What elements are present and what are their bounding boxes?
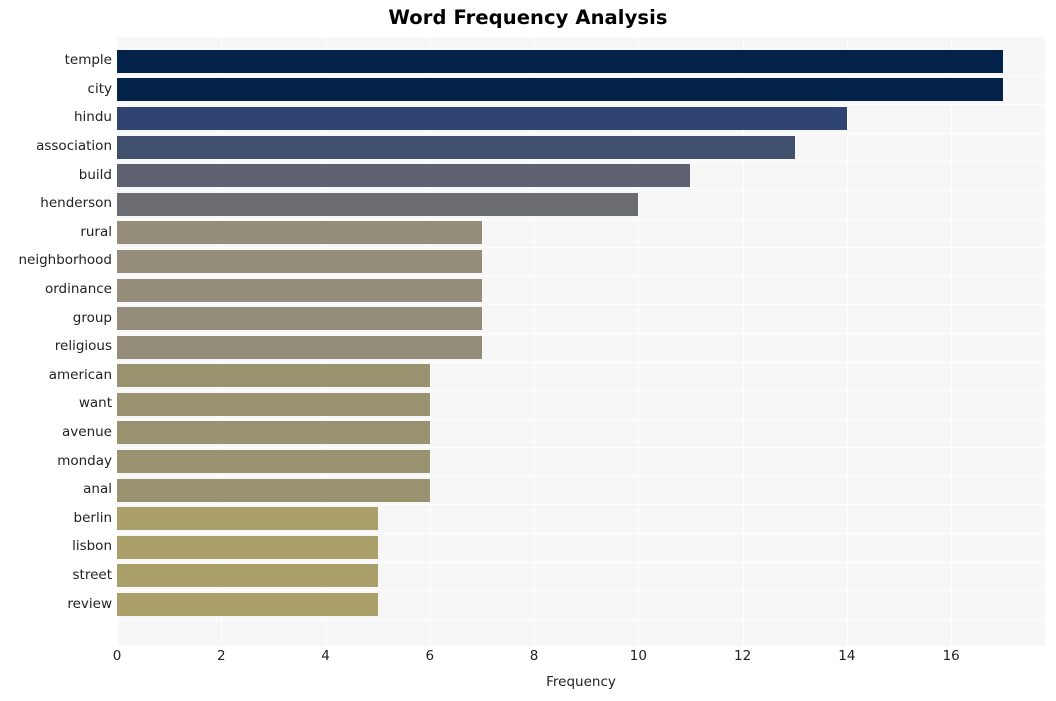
- bar: [117, 421, 430, 445]
- x-axis-tick-label: 16: [942, 648, 960, 664]
- gridline-horizontal: [117, 419, 1045, 420]
- bar: [117, 221, 482, 245]
- bar: [117, 364, 430, 388]
- y-axis-tick-label: street: [72, 566, 113, 583]
- gridline-horizontal: [117, 104, 1045, 105]
- gridline-horizontal: [117, 362, 1045, 363]
- x-axis-tick-label: 4: [321, 648, 330, 664]
- bar: [117, 49, 1004, 73]
- gridline-horizontal: [117, 219, 1045, 220]
- y-axis-tick-label: rural: [80, 223, 112, 240]
- gridline-horizontal: [117, 133, 1045, 134]
- bar: [117, 278, 482, 302]
- gridline-horizontal: [117, 247, 1045, 248]
- x-axis-tick-label: 2: [216, 648, 226, 664]
- y-axis-tick-label: temple: [64, 52, 112, 69]
- y-axis-tick-label: henderson: [40, 195, 112, 212]
- y-axis-tick-labels: temple city hindu association build henderson…: [0, 37, 112, 646]
- bar: [117, 335, 482, 359]
- gridline-horizontal: [117, 161, 1045, 162]
- bar: [117, 564, 378, 588]
- gridline-horizontal: [117, 447, 1045, 448]
- bar: [117, 450, 430, 474]
- x-axis-label: Frequency: [546, 674, 616, 690]
- chart-title: Word Frequency Analysis: [388, 6, 668, 29]
- y-axis-tick-label: american: [48, 366, 112, 383]
- x-axis-tick-label: 6: [425, 648, 435, 664]
- gridline-vertical: [951, 37, 953, 646]
- bar: [117, 135, 795, 159]
- y-axis-tick-label: religious: [54, 338, 112, 355]
- x-axis-tick-label: 0: [112, 648, 122, 664]
- gridline-horizontal: [117, 562, 1045, 563]
- x-axis-tick-label: 14: [838, 648, 856, 664]
- gridline-vertical: [846, 37, 848, 646]
- y-axis-tick-label: review: [67, 595, 112, 612]
- gridline-horizontal: [117, 333, 1045, 334]
- x-axis-tick-label: 10: [629, 648, 647, 664]
- y-axis-tick-label: anal: [83, 481, 112, 498]
- plot-area: [117, 37, 1045, 646]
- x-axis-tick-label: 8: [529, 648, 539, 664]
- bar: [117, 249, 482, 273]
- bar: [117, 507, 378, 531]
- gridline-horizontal: [117, 476, 1045, 477]
- x-axis-tick-labels: 0 2 4 6 8 10 12 14 16: [0, 648, 1056, 674]
- bar: [117, 192, 639, 216]
- y-axis-tick-label: monday: [57, 452, 112, 469]
- y-axis-tick-label: group: [72, 309, 112, 326]
- bar: [117, 164, 691, 188]
- gridline-horizontal: [117, 190, 1045, 191]
- y-axis-tick-label: hindu: [74, 109, 112, 126]
- y-axis-tick-label: neighborhood: [18, 252, 112, 269]
- bar: [117, 78, 1004, 102]
- bar: [117, 478, 430, 502]
- bar: [117, 106, 847, 130]
- chart-figure: Word Frequency Analysis temple city hindu a…: [0, 0, 1056, 701]
- gridline-horizontal: [117, 504, 1045, 505]
- gridline-horizontal: [117, 619, 1045, 620]
- y-axis-tick-label: berlin: [73, 509, 112, 526]
- y-axis-tick-label: avenue: [62, 423, 112, 440]
- y-axis-tick-label: want: [78, 395, 112, 412]
- bar: [117, 307, 482, 331]
- y-axis-tick-label: association: [36, 138, 112, 155]
- gridline-horizontal: [117, 76, 1045, 77]
- bar: [117, 593, 378, 617]
- y-axis-tick-label: ordinance: [44, 281, 112, 298]
- y-axis-tick-label: lisbon: [72, 538, 112, 555]
- gridline-horizontal: [117, 390, 1045, 391]
- y-axis-tick-label: build: [78, 166, 112, 183]
- x-axis-tick-label: 12: [734, 648, 752, 664]
- bar: [117, 392, 430, 416]
- gridline-horizontal: [117, 304, 1045, 305]
- gridline-horizontal: [117, 590, 1045, 591]
- gridline-horizontal: [117, 533, 1045, 534]
- gridline-horizontal: [117, 276, 1045, 277]
- y-axis-tick-label: city: [87, 80, 112, 97]
- bar: [117, 535, 378, 559]
